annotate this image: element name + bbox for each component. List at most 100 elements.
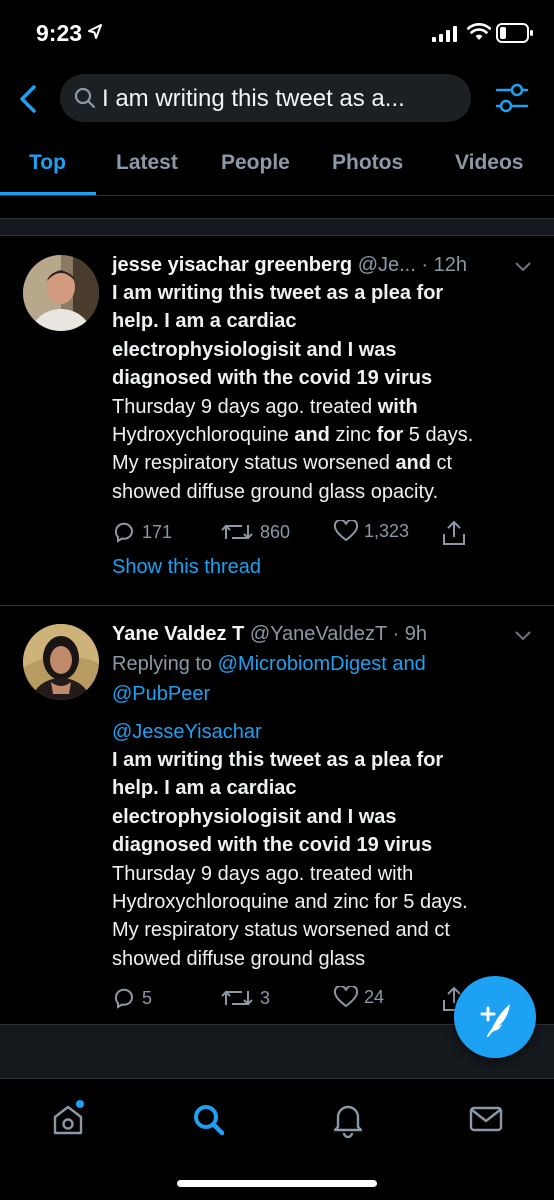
section-divider <box>0 218 554 236</box>
tweet-time: · 9h <box>392 623 427 645</box>
messages-icon[interactable] <box>466 1099 506 1139</box>
retweet-count: 3 <box>260 987 271 1008</box>
share-icon <box>443 520 465 545</box>
home-indicator <box>177 1180 377 1187</box>
tweet-header: jesse yisachar greenberg @Je... · 12h <box>112 251 538 279</box>
retweet-button[interactable]: 3 <box>220 986 270 1010</box>
tweet-text-segment: Thursday 9 days ago. treated with <box>112 862 414 885</box>
tweet[interactable]: Yane Valdez T @YaneValdezT · 9h Replying… <box>0 606 554 1024</box>
reply-button[interactable]: 171 <box>112 520 172 544</box>
wifi-icon <box>467 23 491 40</box>
status-bar: 9:23 <box>0 0 554 66</box>
tweet-text-segment: diagnosed with the covid 19 virus <box>112 834 433 857</box>
tweet-text-segment: with <box>377 395 418 418</box>
tab-photos[interactable]: Photos <box>332 151 403 175</box>
status-time: 9:23 <box>36 20 83 46</box>
like-count: 1,323 <box>364 520 410 541</box>
reply-button[interactable]: 5 <box>112 986 152 1010</box>
tweet-actions: 5 3 24 <box>112 986 492 1014</box>
tweet-text-line: diagnosed with the covid 19 virus <box>112 831 538 859</box>
display-name[interactable]: jesse yisachar greenberg <box>112 254 352 276</box>
tweet-text-line: Hydroxychloroquine and zinc for 5 days. <box>112 888 538 916</box>
tab-people[interactable]: People <box>221 151 290 175</box>
tweet-text-segment: and <box>294 424 330 447</box>
tweet-text-segment: My respiratory status worsened <box>112 452 396 475</box>
tab-videos[interactable]: Videos <box>455 151 523 175</box>
tweet-text-segment: diagnosed with the covid 19 virus <box>112 367 433 390</box>
compose-icon <box>480 1004 510 1037</box>
tweet-text-segment: Hydroxychloroquine <box>112 424 295 447</box>
tweet-text-segment: Hydroxychloroquine and zinc for 5 days. <box>112 891 468 914</box>
tweet-content: jesse yisachar greenberg @Je... · 12h I … <box>112 251 538 506</box>
tweet-text-segment: showed diffuse ground glass opacity. <box>112 480 439 503</box>
search-bar[interactable]: I am writing this tweet as a... <box>60 74 471 122</box>
tweet-text-segment: Thursday 9 days ago. treated <box>112 395 378 418</box>
like-button[interactable]: 1,323 <box>334 520 409 542</box>
home-icon[interactable] <box>48 1099 88 1139</box>
tweet-text-line: diagnosed with the covid 19 virus <box>112 364 538 392</box>
user-handle[interactable]: @YaneValdezT <box>250 623 387 645</box>
tweet-text-segment: My respiratory status worsened and ct <box>112 919 450 942</box>
retweet-button[interactable]: 860 <box>220 520 290 544</box>
show-thread-link[interactable]: Show this thread <box>112 556 261 579</box>
cellular-signal-icon <box>432 26 457 42</box>
like-count: 24 <box>364 986 385 1007</box>
reply-icon <box>114 522 133 543</box>
tweet-actions: 171 860 1,323 <box>112 520 492 548</box>
tweet-text-segment: zinc <box>329 424 377 447</box>
search-icon <box>74 87 96 109</box>
tweet-text-line: Thursday 9 days ago. treated with <box>112 860 538 888</box>
retweet-count: 860 <box>260 521 291 542</box>
tweet-text-segment: and <box>395 452 431 475</box>
explore-icon[interactable] <box>188 1099 228 1139</box>
tweet[interactable]: jesse yisachar greenberg @Je... · 12h I … <box>0 237 554 605</box>
tweet-text-line: My respiratory status worsened and ct <box>112 916 538 944</box>
tweet-text-line: electrophysiologisit and I was <box>112 336 538 364</box>
reply-count: 5 <box>142 987 153 1008</box>
display-name[interactable]: Yane Valdez T <box>112 623 244 645</box>
like-icon <box>334 520 358 542</box>
share-button[interactable] <box>442 520 466 546</box>
reply-icon <box>114 988 133 1009</box>
tweet-text-segment: help. I am a cardiac <box>112 310 297 333</box>
compose-tweet-button[interactable] <box>454 976 536 1058</box>
replying-to-user[interactable]: @PubPeer <box>112 683 210 705</box>
replying-to: Replying to @MicrobiomDigest and <box>112 650 538 678</box>
tweet-text-line: electrophysiologisit and I was <box>112 803 538 831</box>
tab-latest[interactable]: Latest <box>116 151 178 175</box>
like-button[interactable]: 24 <box>334 986 384 1008</box>
tweet-text-line: showed diffuse ground glass <box>112 945 538 973</box>
retweet-icon <box>221 990 253 1006</box>
tweet-text-segment: I am writing this tweet as a plea for <box>112 749 444 771</box>
tab-top[interactable]: Top <box>29 151 66 175</box>
like-icon <box>334 986 358 1008</box>
chevron-down-icon[interactable] <box>514 261 532 273</box>
tweet-text-segment: help. I am a cardiac <box>112 777 297 800</box>
replying-to-users[interactable]: @MicrobiomDigest and <box>218 653 426 675</box>
tweet-text-line: I am writing this tweet as a plea for <box>112 279 538 307</box>
tweet-text-segment: for <box>376 424 404 447</box>
tweet-text-segment: electrophysiologisit and I was <box>112 338 397 361</box>
avatar[interactable] <box>23 255 99 331</box>
tweet-text-line: Thursday 9 days ago. treated with <box>112 393 538 421</box>
search-query[interactable]: I am writing this tweet as a... <box>102 85 462 113</box>
avatar[interactable] <box>23 624 99 700</box>
tweet-content: Yane Valdez T @YaneValdezT · 9h Replying… <box>112 620 538 973</box>
tweet-body: I am writing this tweet as a plea for hel… <box>112 746 538 973</box>
tweet-text-segment: ct <box>431 452 453 475</box>
user-handle[interactable]: @Je... <box>358 254 416 276</box>
replying-to-label: Replying to <box>112 653 213 675</box>
filter-icon[interactable] <box>494 80 530 116</box>
tweet-text-segment: 5 days. <box>403 424 474 447</box>
mention-link[interactable]: @JesseYisachar <box>112 718 538 746</box>
retweet-icon <box>221 524 253 540</box>
location-arrow-icon <box>88 24 102 39</box>
back-chevron-icon[interactable] <box>16 84 42 114</box>
notifications-icon[interactable] <box>328 1099 368 1139</box>
tweet-text-line: help. I am a cardiac <box>112 307 538 335</box>
chevron-down-icon[interactable] <box>514 630 532 642</box>
tweet-text-line: showed diffuse ground glass opacity. <box>112 478 538 506</box>
tweet-text-line: help. I am a cardiac <box>112 774 538 802</box>
tweet-text-segment: showed diffuse ground glass <box>112 947 366 970</box>
tweet-text-line: I am writing this tweet as a plea for <box>112 746 538 774</box>
